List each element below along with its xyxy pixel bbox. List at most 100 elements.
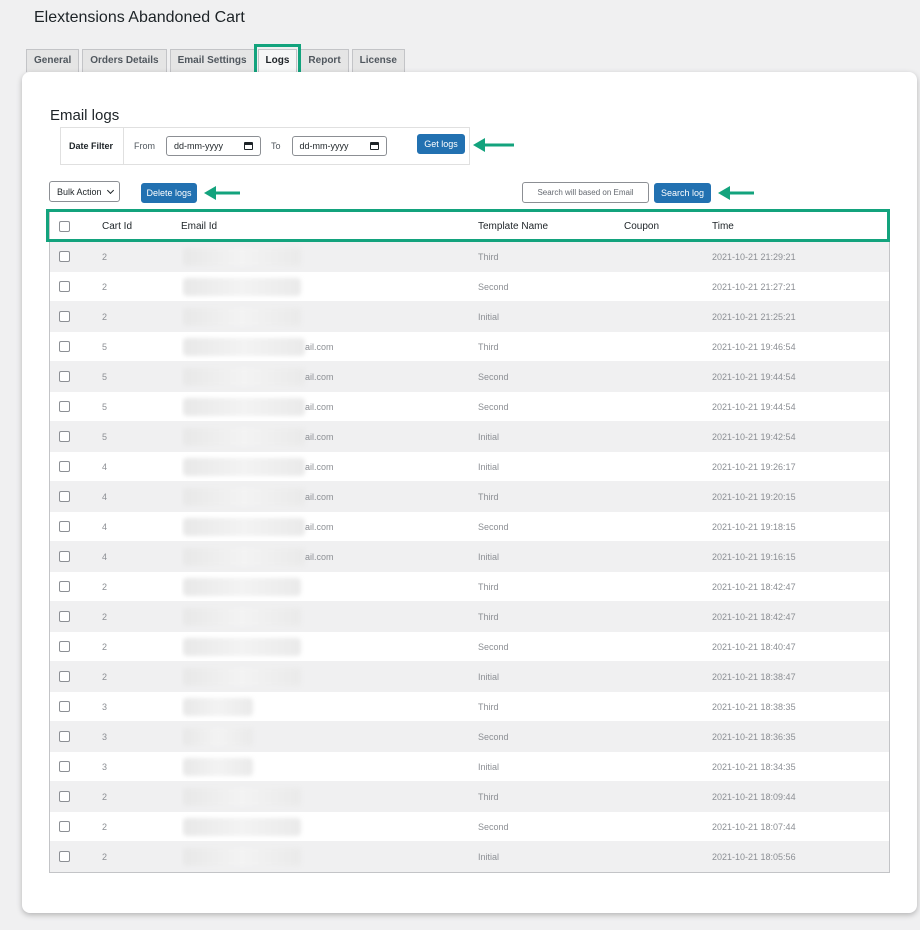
- template-name-cell: Second: [478, 401, 509, 412]
- date-filter: Date Filter From dd-mm-yyyy To dd-mm-yyy…: [60, 127, 470, 165]
- template-name-cell: Third: [478, 701, 499, 712]
- calendar-icon[interactable]: [244, 142, 254, 150]
- from-date-input[interactable]: dd-mm-yyyy: [166, 136, 262, 156]
- get-logs-button[interactable]: Get logs: [417, 134, 465, 154]
- table-row: 3 Second 2021-10-21 18:36:35: [50, 722, 889, 752]
- cart-id-cell: 4: [102, 461, 108, 472]
- bulk-action-label: Bulk Action: [57, 186, 102, 197]
- row-check-cell: [50, 851, 102, 862]
- row-checkbox[interactable]: [59, 371, 70, 382]
- email-suffix: ail.com: [305, 521, 334, 532]
- template-name-cell: Initial: [478, 671, 500, 682]
- time-cell: 2021-10-21 18:05:56: [712, 851, 796, 862]
- row-checkbox[interactable]: [59, 461, 70, 472]
- row-check-cell: [50, 341, 102, 352]
- header-email-id[interactable]: Email Id: [181, 212, 478, 241]
- delete-logs-button[interactable]: Delete logs: [141, 183, 197, 203]
- tab-logs[interactable]: Logs: [257, 49, 298, 72]
- email-id-cell: ail.com: [181, 512, 478, 541]
- table-row: 2 Third 2021-10-21 18:42:47: [50, 602, 889, 632]
- email-id-cell: ail.com: [181, 542, 478, 571]
- row-checkbox[interactable]: [59, 851, 70, 862]
- row-checkbox[interactable]: [59, 551, 70, 562]
- email-suffix: ail.com: [305, 371, 334, 382]
- template-name-cell: Third: [478, 491, 499, 502]
- time-cell: 2021-10-21 18:34:35: [712, 761, 796, 772]
- row-checkbox[interactable]: [59, 611, 70, 622]
- row-check-cell: [50, 581, 102, 592]
- time-cell: 2021-10-21 19:46:54: [712, 341, 796, 352]
- email-id-cell: [181, 242, 478, 271]
- chevron-down-icon: [106, 186, 114, 194]
- email-id-cell: [181, 752, 478, 781]
- to-label: To: [271, 141, 281, 151]
- tab-email-settings[interactable]: Email Settings: [169, 49, 255, 72]
- time-cell: 2021-10-21 18:38:47: [712, 671, 796, 682]
- row-check-cell: [50, 731, 102, 742]
- search-log-button[interactable]: Search log: [654, 183, 711, 203]
- redacted-email: [183, 308, 301, 326]
- table-row: 2 Third 2021-10-21 18:42:47: [50, 572, 889, 602]
- row-checkbox[interactable]: [59, 401, 70, 412]
- email-suffix: ail.com: [305, 491, 334, 502]
- tab-license[interactable]: License: [351, 49, 405, 72]
- template-name-cell: Initial: [478, 461, 500, 472]
- redacted-email: [183, 338, 305, 356]
- calendar-icon[interactable]: [369, 142, 379, 150]
- time-cell: 2021-10-21 18:36:35: [712, 731, 796, 742]
- bulk-action-select[interactable]: Bulk Action: [49, 181, 120, 202]
- to-date-input[interactable]: dd-mm-yyyy: [291, 136, 387, 156]
- row-checkbox[interactable]: [59, 701, 70, 712]
- row-checkbox[interactable]: [59, 431, 70, 442]
- row-checkbox[interactable]: [59, 341, 70, 352]
- row-checkbox[interactable]: [59, 311, 70, 322]
- cart-id-cell: 2: [102, 791, 108, 802]
- arrow-left-icon: [718, 186, 754, 200]
- header-time[interactable]: Time: [712, 221, 889, 232]
- row-checkbox[interactable]: [59, 641, 70, 652]
- header-template-name[interactable]: Template Name: [478, 221, 624, 232]
- table-row: 4 ail.com Initial 2021-10-21 19:16:15: [50, 542, 889, 572]
- email-suffix: ail.com: [305, 341, 334, 352]
- tab-report[interactable]: Report: [300, 49, 349, 72]
- row-checkbox[interactable]: [59, 521, 70, 532]
- row-checkbox[interactable]: [59, 581, 70, 592]
- template-name-cell: Second: [478, 731, 509, 742]
- select-all-checkbox[interactable]: [59, 221, 70, 232]
- row-checkbox[interactable]: [59, 821, 70, 832]
- email-id-cell: [181, 812, 478, 841]
- tab-general[interactable]: General: [26, 49, 80, 72]
- email-id-cell: ail.com: [181, 482, 478, 511]
- row-check-cell: [50, 551, 102, 562]
- row-checkbox[interactable]: [59, 491, 70, 502]
- cart-id-cell: 2: [102, 851, 108, 862]
- row-checkbox[interactable]: [59, 251, 70, 262]
- row-checkbox[interactable]: [59, 761, 70, 772]
- header-coupon[interactable]: Coupon: [624, 221, 712, 232]
- redacted-email: [183, 668, 301, 686]
- email-suffix: ail.com: [305, 401, 334, 412]
- logs-panel: Email logs Date Filter From dd-mm-yyyy T…: [22, 72, 917, 913]
- header-cart-id[interactable]: Cart Id: [102, 221, 181, 232]
- table-row: 2 Third 2021-10-21 18:09:44: [50, 782, 889, 812]
- time-cell: 2021-10-21 21:27:21: [712, 281, 796, 292]
- redacted-email: [183, 608, 301, 626]
- table-body: 2 Third 2021-10-21 21:29:21 2 Second 2021-10-…: [50, 242, 889, 872]
- search-placeholder: Search will based on Email: [537, 188, 634, 197]
- row-checkbox[interactable]: [59, 731, 70, 742]
- row-check-cell: [50, 251, 102, 262]
- logs-table: Cart Id Email Id Template Name Coupon Ti…: [49, 211, 890, 873]
- time-cell: 2021-10-21 19:44:54: [712, 371, 796, 382]
- row-checkbox[interactable]: [59, 791, 70, 802]
- tab-orders-details[interactable]: Orders Details: [82, 49, 167, 72]
- cart-id-cell: 3: [102, 701, 108, 712]
- row-checkbox[interactable]: [59, 671, 70, 682]
- search-input[interactable]: Search will based on Email: [522, 182, 649, 203]
- template-name-cell: Third: [478, 251, 499, 262]
- cart-id-cell: 5: [102, 431, 108, 442]
- redacted-email: [183, 518, 305, 536]
- arrow-left-icon: [204, 186, 240, 200]
- row-checkbox[interactable]: [59, 281, 70, 292]
- email-id-cell: [181, 302, 478, 331]
- cart-id-cell: 5: [102, 371, 108, 382]
